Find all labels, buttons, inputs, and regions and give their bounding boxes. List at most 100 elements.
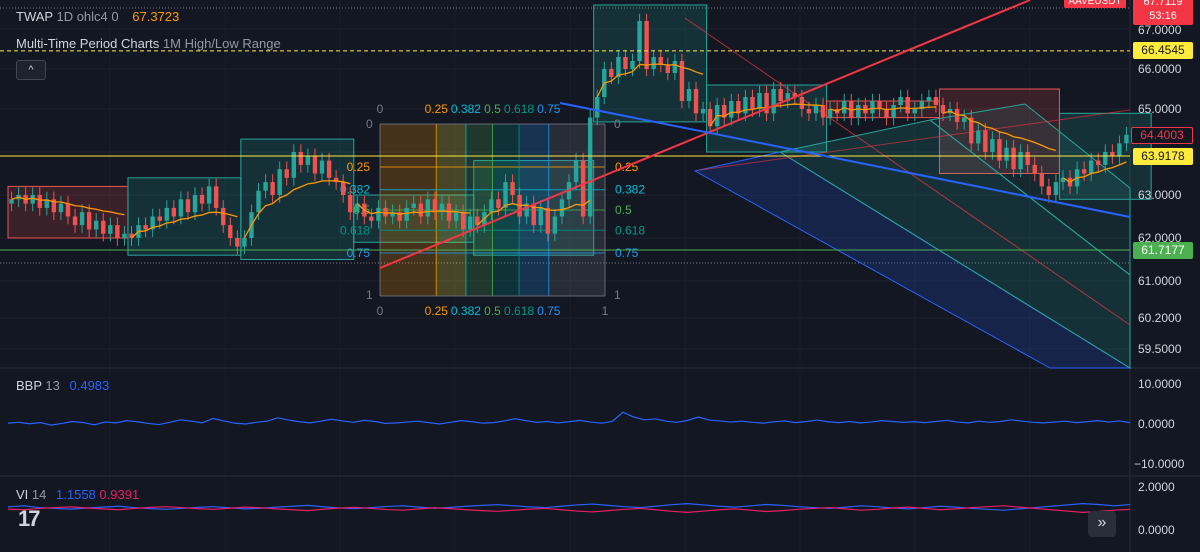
- vi-legend[interactable]: VI 14 1.1558 0.9391: [16, 487, 139, 502]
- candle-body: [340, 182, 346, 195]
- candle-body: [101, 220, 106, 234]
- candle-body: [206, 186, 212, 204]
- mtp-params: 1M High/Low Range: [162, 36, 281, 51]
- candle-body: [65, 203, 71, 217]
- twap-value: 67.3723: [132, 9, 180, 24]
- vi-name: VI: [16, 487, 29, 502]
- fib-label-left: 0.618: [340, 223, 370, 237]
- candle-body: [171, 207, 177, 217]
- candle-body: [1032, 164, 1037, 174]
- bbp-params: 13: [45, 378, 60, 393]
- bbp-value: 0.4983: [69, 378, 110, 393]
- candle-body: [404, 207, 409, 221]
- candle-body: [1004, 147, 1009, 161]
- chart-canvas[interactable]: 0.250.250.3820.3820.50.50.6180.6180.750.…: [0, 0, 1200, 552]
- bbp-legend[interactable]: BBP 13 0.4983: [16, 378, 109, 393]
- candle-body: [552, 216, 558, 234]
- candle-body: [750, 97, 755, 109]
- candle-body: [432, 199, 438, 213]
- candle-body: [545, 207, 551, 234]
- twap-params: 1D ohlc4 0: [56, 9, 119, 24]
- fib-label-top: 0: [377, 102, 384, 116]
- candle-body: [997, 139, 1002, 161]
- price-tick: 67.0000: [1138, 23, 1182, 37]
- fib-label-left: 0.25: [347, 160, 371, 174]
- candle-body: [559, 199, 565, 217]
- candle-body: [213, 186, 219, 208]
- candle-body: [72, 216, 78, 226]
- candle-body: [1025, 152, 1030, 165]
- candle-body: [771, 89, 776, 114]
- scroll-to-realtime-button[interactable]: »: [1088, 511, 1116, 537]
- fib-label-bottom: 0.5: [484, 304, 501, 318]
- vi-plus-value: 1.1558: [56, 487, 96, 502]
- fib-label-bottom: 0: [377, 304, 384, 318]
- candle-body: [926, 97, 932, 101]
- candle-body: [891, 105, 896, 118]
- chevron-up-icon: ^: [28, 64, 34, 76]
- candle-body: [693, 89, 699, 114]
- price-tick: 63.0000: [1138, 188, 1182, 202]
- candle-body: [319, 160, 325, 174]
- candle-body: [983, 130, 988, 152]
- fib-corner-label: 1: [614, 288, 621, 302]
- candle-body: [637, 21, 642, 61]
- price-tick: 60.2000: [1138, 311, 1182, 325]
- collapse-legend-button[interactable]: ^: [16, 60, 46, 80]
- candle-body: [185, 199, 191, 213]
- regression-channel: [684, 17, 1132, 369]
- candle-body: [235, 238, 240, 247]
- candle-body: [157, 216, 162, 221]
- candle-body: [164, 207, 169, 221]
- fib-label-bottom-end: 1: [602, 304, 609, 318]
- candle-body: [263, 182, 268, 191]
- candle-body: [1096, 160, 1101, 165]
- candle-body: [672, 61, 678, 73]
- candle-body: [383, 207, 388, 217]
- candle-body: [376, 207, 381, 221]
- tradingview-logo[interactable]: 17: [18, 506, 41, 532]
- fib-label-bottom: 0.75: [537, 304, 561, 318]
- candle-body: [199, 195, 205, 204]
- candle-body: [298, 152, 304, 165]
- candle-body: [178, 199, 184, 217]
- bbp-tick: 10.0000: [1138, 377, 1182, 391]
- fib-label-top: 0.75: [537, 102, 561, 116]
- candle-body: [820, 105, 826, 118]
- candle-body: [1046, 186, 1052, 195]
- candle-body: [326, 160, 332, 178]
- candle-body: [9, 199, 14, 204]
- candle-body: [1053, 182, 1059, 195]
- candle-body: [665, 65, 670, 73]
- fib-corner-label: 0: [366, 117, 373, 131]
- twap-legend[interactable]: TWAP 1D ohlc4 0 67.3723: [16, 9, 179, 24]
- candle-body: [86, 212, 92, 230]
- candle-body: [905, 97, 910, 114]
- candle-body: [912, 109, 917, 114]
- fib-corner-label: 1: [366, 288, 373, 302]
- candle-body: [1124, 134, 1129, 144]
- candle-body: [870, 101, 875, 114]
- mtp-legend[interactable]: Multi-Time Period Charts 1M High/Low Ran…: [16, 36, 281, 51]
- candle-body: [411, 203, 416, 208]
- candle-body: [460, 212, 466, 230]
- candle-body: [990, 139, 995, 152]
- candle-body: [898, 97, 903, 105]
- candle-body: [580, 160, 586, 217]
- candle-body: [242, 238, 247, 247]
- price-label-current: 64.4003: [1131, 127, 1193, 144]
- candle-body: [595, 97, 600, 118]
- candle-body: [270, 182, 275, 195]
- candle-body: [1018, 152, 1023, 170]
- price-tick: 59.5000: [1138, 342, 1182, 356]
- bbp-name: BBP: [16, 378, 42, 393]
- bbp-tick: 0.0000: [1138, 417, 1175, 431]
- fib-label-top: 0.25: [425, 102, 449, 116]
- candle-body: [510, 182, 515, 195]
- fib-label-bottom: 0.618: [504, 304, 534, 318]
- price-label-level-mid: 63.9178: [1133, 148, 1193, 165]
- candle-body: [827, 109, 833, 118]
- candle-body: [489, 199, 494, 213]
- candle-body: [348, 195, 353, 213]
- candle-body: [856, 105, 861, 118]
